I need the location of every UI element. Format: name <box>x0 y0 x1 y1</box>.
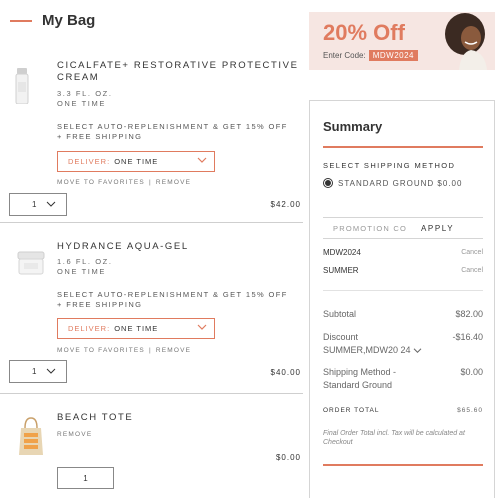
subtotal-row: Subtotal $82.00 <box>323 308 483 321</box>
quantity-field[interactable]: 1 <box>57 467 114 489</box>
replenish-text: SELECT AUTO-REPLENISHMENT & GET 15% OFF <box>57 290 288 299</box>
item-price: $40.00 <box>270 368 301 377</box>
checkout-note: Final Order Total incl. Tax will be calc… <box>323 430 465 446</box>
deliver-select[interactable]: DELIVER: ONE TIME <box>57 318 215 339</box>
model-photo <box>445 13 487 70</box>
item-price: $0.00 <box>275 453 301 462</box>
promo-code-line: Enter Code: MDW2024 <box>323 50 418 61</box>
summary-title: Summary <box>323 119 383 134</box>
product-name[interactable]: HYDRANCE AQUA-GEL <box>57 241 189 253</box>
shipping-row: Shipping Method - Standard Ground $0.00 <box>323 366 483 392</box>
applied-code-row: SUMMER Cancel <box>323 266 483 275</box>
applied-code-row: MDW2024 Cancel <box>323 248 483 257</box>
separator: | <box>148 179 152 186</box>
discount-row[interactable]: Discount SUMMER,MDW20 24 -$16.40 <box>323 331 483 357</box>
deliver-value: ONE TIME <box>114 324 159 333</box>
quantity-value: 1 <box>32 200 37 209</box>
item-price: $42.00 <box>270 200 301 209</box>
apply-button[interactable]: APPLY <box>421 224 454 233</box>
deliver-select[interactable]: DELIVER: ONE TIME <box>57 151 215 172</box>
product-name[interactable]: BEACH TOTE <box>57 412 133 424</box>
cancel-code-button[interactable]: Cancel <box>461 267 483 274</box>
remove-link[interactable]: REMOVE <box>57 431 92 438</box>
product-size: 1.6 FL. OZ. <box>57 257 113 266</box>
item-actions: MOVE TO FAVORITES | REMOVE <box>57 347 191 354</box>
applied-code: MDW2024 <box>323 248 361 257</box>
chevron-down-icon <box>197 157 207 163</box>
promo-banner[interactable]: 20% Off Enter Code: MDW2024 <box>309 12 495 70</box>
order-total-label: ORDER TOTAL <box>323 407 380 414</box>
summary-accent-rule <box>323 146 483 148</box>
deliver-label: DELIVER: <box>68 157 111 166</box>
promo-code-label: Enter Code: <box>323 51 366 60</box>
separator: | <box>148 347 152 354</box>
subtotal-label: Subtotal <box>323 309 357 319</box>
move-to-favorites-link[interactable]: MOVE TO FAVORITES <box>57 347 145 354</box>
hydrance-product-image <box>17 251 45 275</box>
chevron-down-icon[interactable] <box>413 347 422 354</box>
chevron-down-icon <box>46 368 56 374</box>
replenish-text: SELECT AUTO-REPLENISHMENT & GET 15% OFF <box>57 122 288 131</box>
discount-label: Discount SUMMER,MDW20 24 <box>323 331 433 357</box>
item-actions: MOVE TO FAVORITES | REMOVE <box>57 179 191 186</box>
cart-item-cicalfate: CICALFATE+ RESTORATIVE PROTECTIVE CREAM … <box>0 0 303 222</box>
product-name[interactable]: CICALFATE+ RESTORATIVE PROTECTIVE <box>57 60 299 72</box>
cancel-code-button[interactable]: Cancel <box>461 249 483 256</box>
chevron-down-icon <box>197 324 207 330</box>
remove-link[interactable]: REMOVE <box>156 179 191 186</box>
cart-item-beach-tote: BEACH TOTE REMOVE $0.00 1 <box>0 394 303 498</box>
applied-code: SUMMER <box>323 266 359 275</box>
shipping-option-standard[interactable]: STANDARD GROUND $0.00 <box>323 178 462 188</box>
quantity-select[interactable]: 1 <box>9 193 67 216</box>
order-total-row: ORDER TOTAL $65.60 <box>323 407 483 414</box>
cicalfate-product-image <box>15 68 29 104</box>
summary-divider <box>323 290 483 291</box>
order-summary-panel: Summary SELECT SHIPPING METHOD STANDARD … <box>309 100 495 498</box>
item-actions: REMOVE <box>57 431 92 438</box>
product-name-line2[interactable]: CREAM <box>57 72 99 84</box>
product-frequency: ONE TIME <box>57 99 106 108</box>
discount-value: -$16.40 <box>452 332 483 342</box>
promo-headline: 20% Off <box>323 20 405 45</box>
beach-tote-image <box>19 417 43 455</box>
deliver-value: ONE TIME <box>114 157 159 166</box>
cart-item-hydrance: HYDRANCE AQUA-GEL 1.6 FL. OZ. ONE TIME S… <box>0 223 303 393</box>
move-to-favorites-link[interactable]: MOVE TO FAVORITES <box>57 179 145 186</box>
shipping-method-value: $0.00 <box>460 367 483 377</box>
quantity-select[interactable]: 1 <box>9 360 67 383</box>
promo-code-chip: MDW2024 <box>368 50 418 61</box>
shipping-method-label: Shipping Method - Standard Ground <box>323 367 397 390</box>
replenish-text-line2: + FREE SHIPPING <box>57 300 143 309</box>
remove-link[interactable]: REMOVE <box>156 347 191 354</box>
deliver-label: DELIVER: <box>68 324 111 333</box>
subtotal-value: $82.00 <box>455 309 483 319</box>
quantity-value: 1 <box>32 367 37 376</box>
shipping-method-heading: SELECT SHIPPING METHOD <box>323 161 456 170</box>
summary-bottom-rule <box>323 464 483 466</box>
chevron-down-icon <box>46 201 56 207</box>
product-size: 3.3 FL. OZ. <box>57 89 113 98</box>
promo-code-row: APPLY <box>323 217 483 239</box>
order-total-value: $65.60 <box>457 407 483 414</box>
radio-selected-icon[interactable] <box>323 178 333 188</box>
replenish-text-line2: + FREE SHIPPING <box>57 132 143 141</box>
promo-code-input[interactable] <box>323 223 415 233</box>
product-frequency: ONE TIME <box>57 267 106 276</box>
shipping-option-label: STANDARD GROUND $0.00 <box>338 178 463 188</box>
